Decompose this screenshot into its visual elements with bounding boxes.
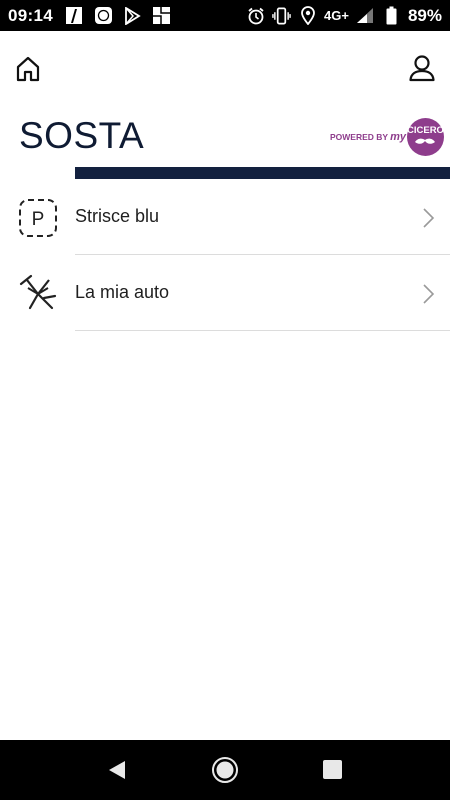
menu-item-label: La mia auto <box>75 282 170 302</box>
home-icon <box>16 56 40 82</box>
network-type: 4G+ <box>324 8 349 23</box>
menu-list: P Strisce blu La mia auto <box>0 179 450 331</box>
status-bar: 09:14 4G+ 89% <box>0 0 450 31</box>
play-store-icon <box>123 6 142 25</box>
app-icon <box>94 6 113 25</box>
status-notifications <box>65 6 171 25</box>
alarm-icon <box>246 6 265 25</box>
powered-by-logo: POWERED BY my CICERO <box>330 118 444 156</box>
parking-sign-icon: P <box>18 198 58 238</box>
battery-percent: 89% <box>407 5 442 25</box>
doc-icon <box>65 6 84 25</box>
recents-square-icon[interactable] <box>323 760 342 779</box>
vibrate-icon <box>272 6 291 25</box>
svg-text:P: P <box>32 209 45 230</box>
back-button[interactable] <box>106 759 128 781</box>
parking-meter-icon <box>18 274 58 314</box>
page-title: SOSTA <box>19 115 145 156</box>
powered-by-text: POWERED BY <box>330 132 389 142</box>
menu-item-la-mia-auto[interactable]: La mia auto <box>0 255 450 331</box>
divider <box>75 330 450 331</box>
location-icon <box>298 6 317 25</box>
title-accent-bar <box>75 167 450 179</box>
battery-icon <box>382 6 401 25</box>
chevron-right-icon <box>420 283 436 305</box>
chevron-right-icon <box>420 207 436 229</box>
account-button[interactable] <box>407 53 437 83</box>
menu-item-strisce-blu[interactable]: P Strisce blu <box>0 179 450 255</box>
brand-name-text: CICERO <box>407 125 444 137</box>
brand-my-text: my <box>390 131 406 143</box>
home-circle-icon <box>212 757 238 783</box>
status-time: 09:14 <box>8 5 53 25</box>
mustache-icon <box>414 138 436 148</box>
back-triangle-icon <box>109 761 125 779</box>
app-header <box>0 31 450 103</box>
brand-badge: CICERO <box>407 118 444 156</box>
home-button[interactable] <box>14 55 44 83</box>
home-nav-button[interactable] <box>211 756 239 784</box>
system-nav-bar <box>0 740 450 800</box>
gallery-icon <box>152 6 171 25</box>
menu-item-label: Strisce blu <box>75 206 160 226</box>
user-icon <box>409 55 435 82</box>
status-indicators: 4G+ 89% <box>246 6 442 26</box>
signal-icon <box>356 6 375 25</box>
